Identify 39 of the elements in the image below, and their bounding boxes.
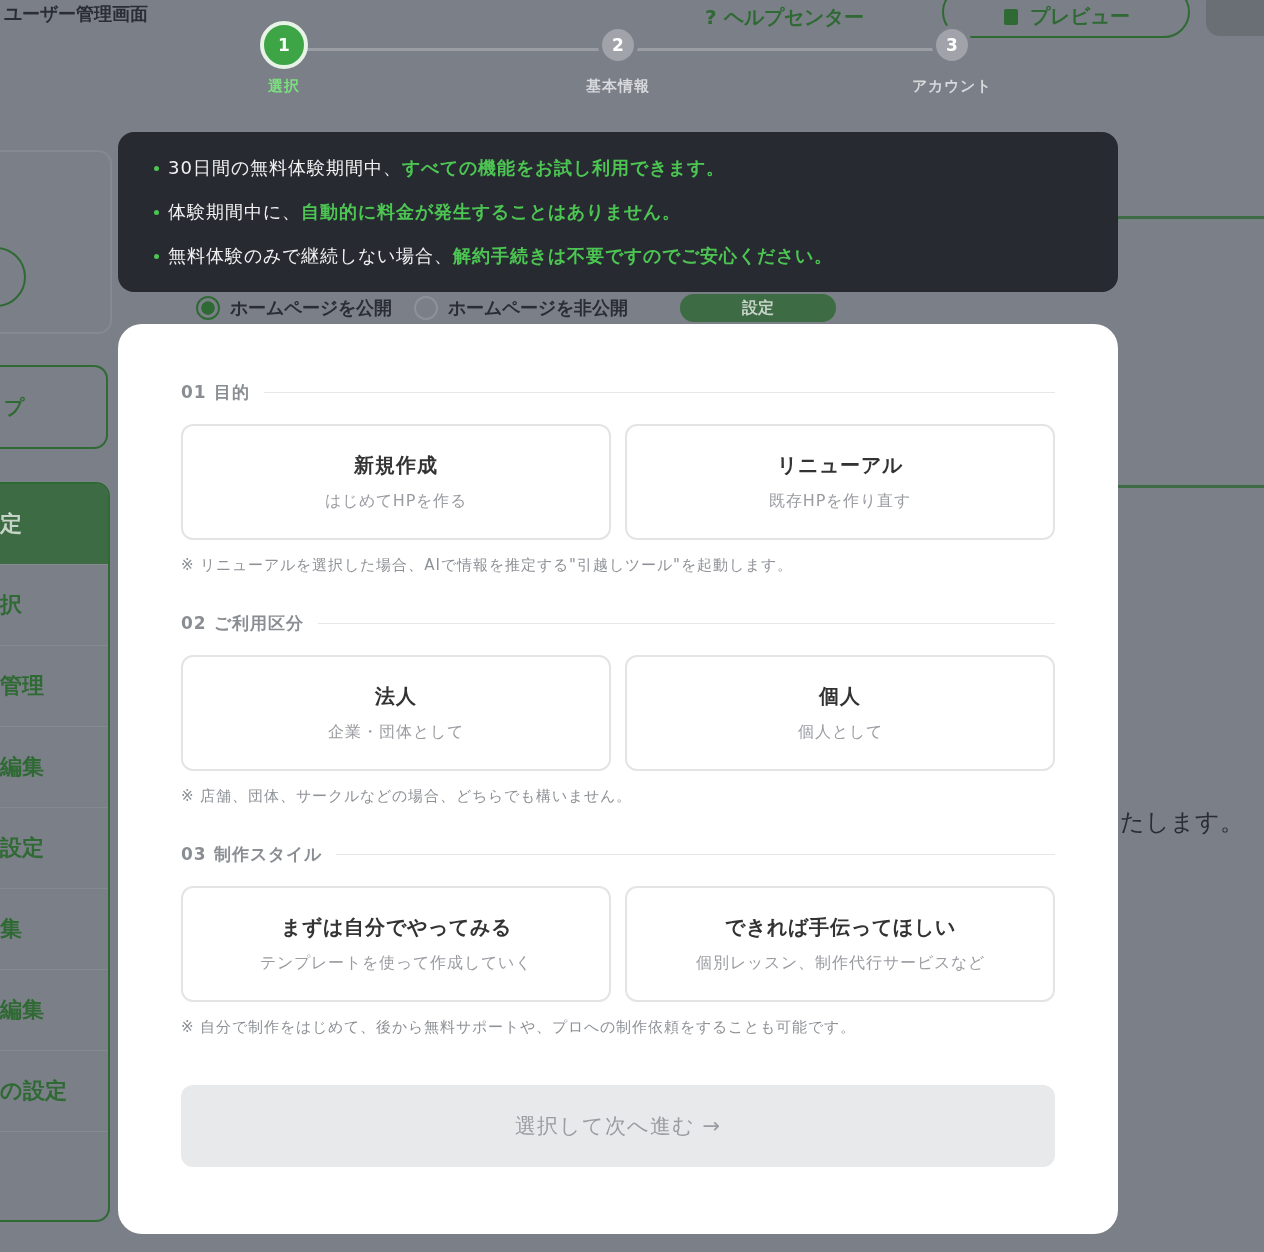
radio-label: ホームページを公開 (230, 296, 392, 320)
help-center-link[interactable]: ? ヘルプセンター (705, 4, 864, 31)
radio-label: ホームページを非公開 (448, 296, 628, 320)
settings-button[interactable]: 設定 (680, 294, 836, 322)
bullet-icon (154, 253, 159, 259)
sidebar-button[interactable]: プ (0, 365, 108, 449)
bullet-icon (154, 209, 159, 215)
info-text: 無料体験のみで継続しない場合、解約手続きは不要ですのでご安心ください。 (168, 244, 833, 268)
sidebar-item[interactable]: 定 (0, 484, 108, 565)
sidebar-item[interactable]: 管理 (0, 646, 108, 727)
sidebar-item[interactable]: 集 (0, 889, 108, 970)
note-text: ※ リニューアルを選択した場合、AIで情報を推定する"引越しツール"を起動します。 (181, 556, 794, 575)
step-label: 基本情報 (586, 77, 650, 96)
option-card[interactable]: 法人 企業・団体として (181, 655, 611, 771)
sidebar-item[interactable]: 設定 (0, 808, 108, 889)
section-heading: 01 目的 (181, 380, 250, 404)
note-text: ※ 店舗、団体、サークルなどの場合、どちらでも構いません。 (181, 787, 634, 806)
option-card[interactable]: まずは自分でやってみる テンプレートを使って作成していく (181, 886, 611, 1002)
radio-button[interactable] (196, 296, 220, 320)
document-icon (1002, 6, 1020, 27)
bullet-icon (154, 165, 159, 171)
step-label: アカウント (912, 77, 992, 96)
sidebar-item[interactable]: の設定 (0, 1051, 108, 1132)
section-heading: 03 制作スタイル (181, 842, 322, 866)
note-text: ※ 自分で制作をはじめて、後から無料サポートや、プロへの制作依頼をすることも可能です。 (181, 1018, 858, 1037)
step-label: 選択 (268, 77, 300, 96)
sidebar-item[interactable]: 編集 (0, 970, 108, 1051)
page-title: ユーザー管理画面 (4, 2, 148, 26)
option-card[interactable]: 個人 個人として (625, 655, 1055, 771)
sidebar-item[interactable]: 編集 (0, 727, 108, 808)
sidebar-item[interactable]: 択 (0, 565, 108, 646)
option-card[interactable]: リニューアル 既存HPを作り直す (625, 424, 1055, 540)
info-text: 体験期間中に、自動的に料金が発生することはありません。 (168, 200, 681, 224)
step-number: 1 (260, 21, 308, 69)
section-heading: 02 ご利用区分 (181, 611, 304, 635)
option-card[interactable]: できれば手伝ってほしい 個別レッスン、制作代行サービスなど (625, 886, 1055, 1002)
info-text: 30日間の無料体験期間中、すべての機能をお試し利用できます。 (168, 156, 725, 180)
option-card[interactable]: 新規作成 はじめてHPを作る (181, 424, 611, 540)
notice-text: たします。 (1120, 807, 1244, 838)
